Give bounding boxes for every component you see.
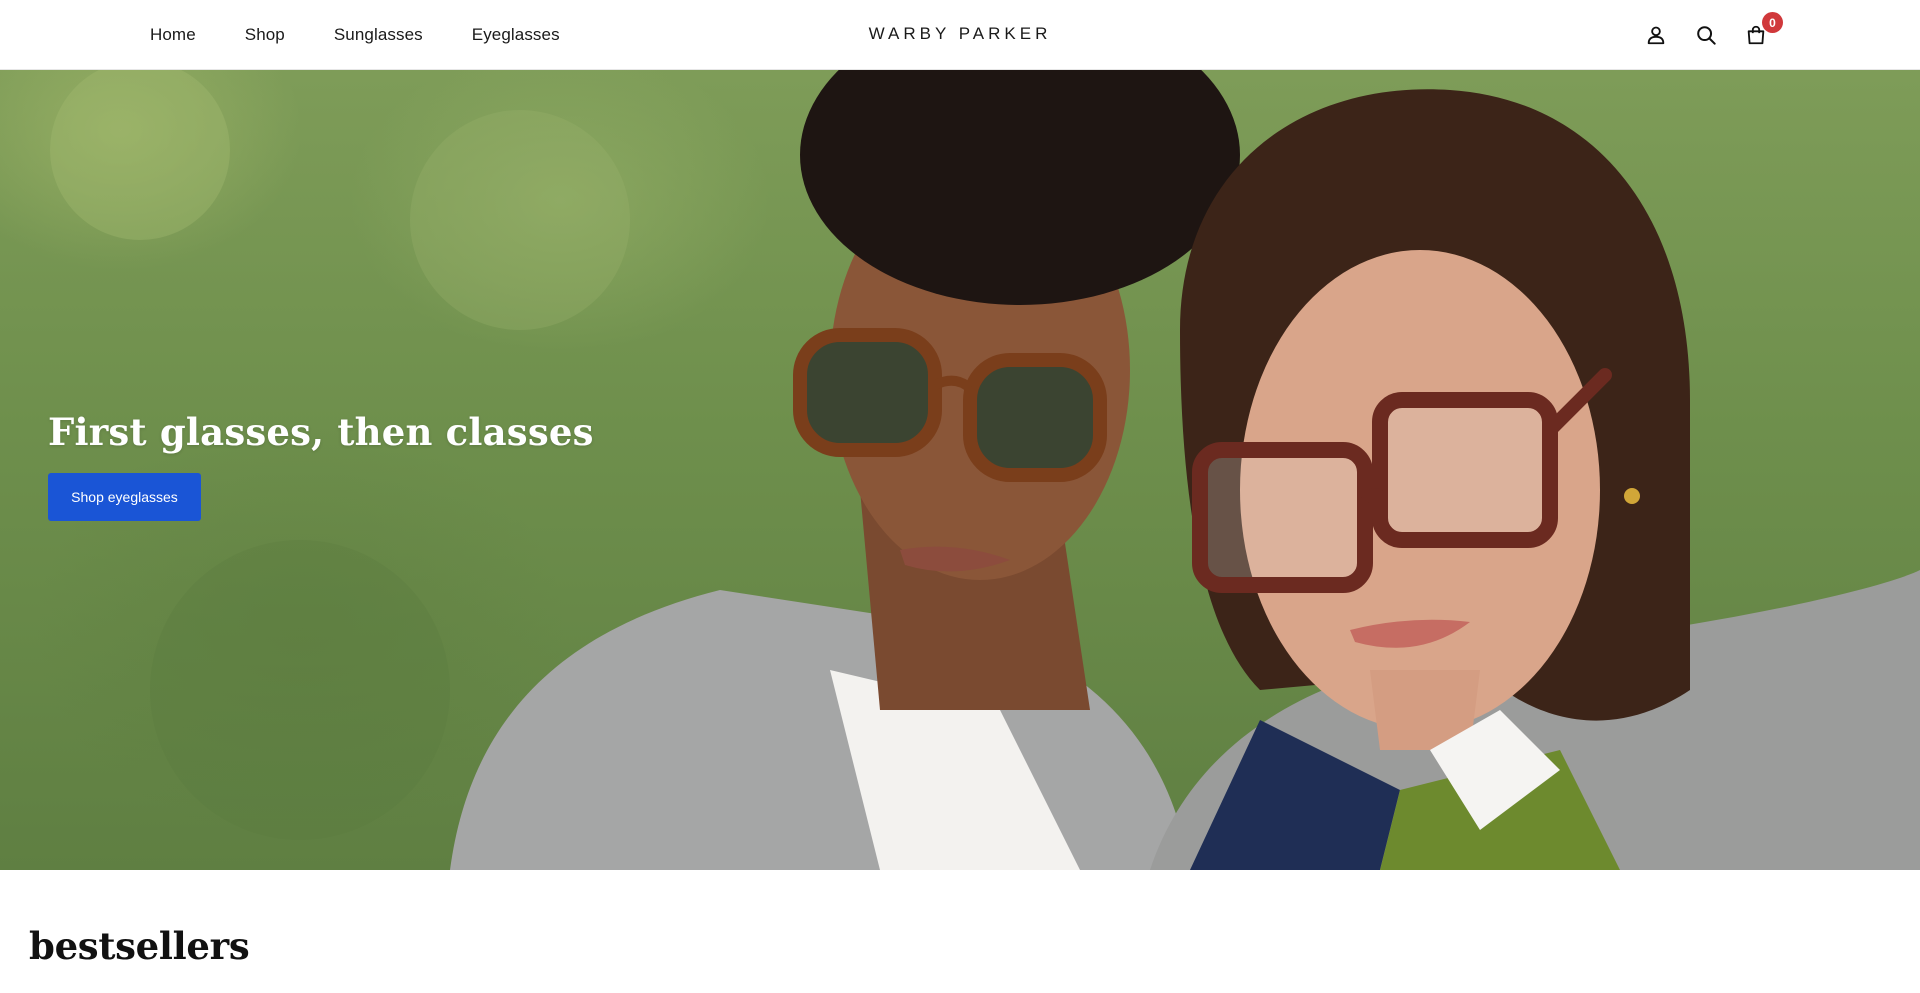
header-actions: 0 bbox=[1642, 0, 1783, 70]
brand-logo[interactable]: WARBY PARKER bbox=[0, 24, 1920, 44]
account-button[interactable] bbox=[1642, 21, 1670, 49]
cart-button[interactable]: 0 bbox=[1742, 12, 1783, 49]
shop-eyeglasses-button[interactable]: Shop eyeglasses bbox=[48, 473, 201, 521]
search-button[interactable] bbox=[1692, 21, 1720, 49]
user-icon bbox=[1647, 26, 1665, 45]
bestsellers-heading: bestsellers bbox=[29, 924, 250, 968]
hero-photo bbox=[50, 70, 1920, 870]
cart-count-badge: 0 bbox=[1762, 12, 1783, 33]
hero-title: First glasses, then classes bbox=[48, 410, 594, 454]
site-header: Home Shop Sunglasses Eyeglasses WARBY PA… bbox=[0, 0, 1920, 70]
search-icon bbox=[1697, 26, 1716, 45]
hero-banner: First glasses, then classes Shop eyeglas… bbox=[0, 70, 1920, 870]
